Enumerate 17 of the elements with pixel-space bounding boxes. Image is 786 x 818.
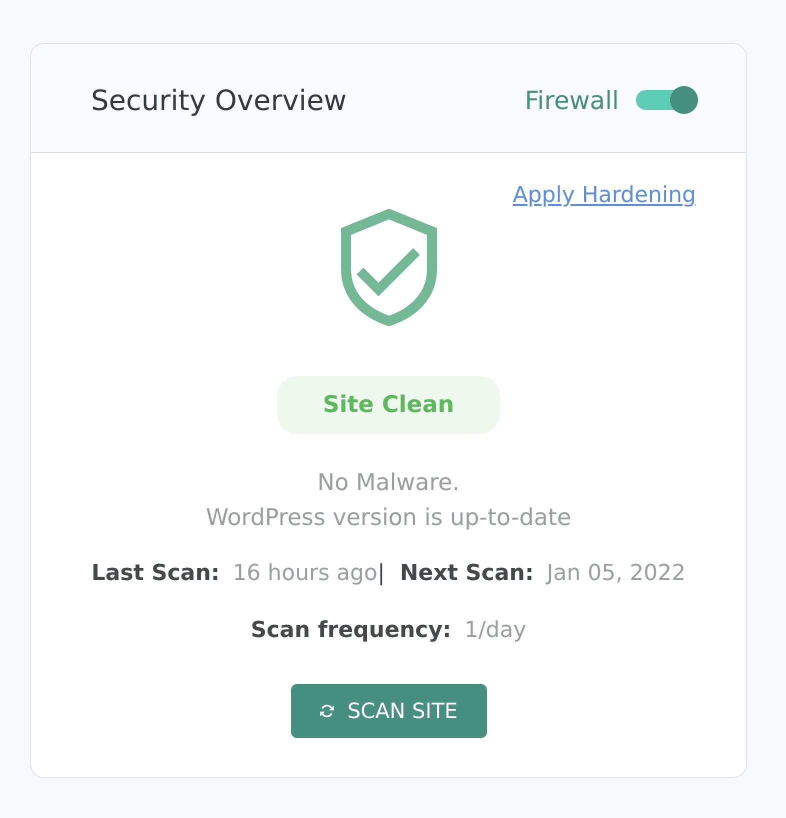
- card-title: Security Overview: [91, 84, 347, 116]
- apply-hardening-link[interactable]: Apply Hardening: [512, 183, 696, 209]
- site-status-badge: Site Clean: [276, 376, 500, 434]
- scan-label: Scan frequency:: [250, 618, 452, 643]
- firewall-label: Firewall: [524, 86, 619, 114]
- scan-label: Last Scan:: [91, 561, 220, 586]
- firewall-toggle[interactable]: [636, 86, 698, 114]
- separator: |: [377, 561, 385, 586]
- scan-site-button[interactable]: SCAN SITE: [290, 684, 486, 738]
- shield-check-icon: [340, 209, 436, 326]
- refresh-icon: [319, 703, 336, 719]
- scan-value: Jan 05, 2022: [546, 561, 686, 586]
- status-message: WordPress version is up-to-date: [206, 504, 572, 533]
- scan-value: 16 hours ago: [232, 561, 378, 586]
- scan-value: 1/day: [464, 618, 526, 643]
- scan-label: Next Scan:: [400, 561, 534, 586]
- status-message: No Malware.: [317, 469, 460, 498]
